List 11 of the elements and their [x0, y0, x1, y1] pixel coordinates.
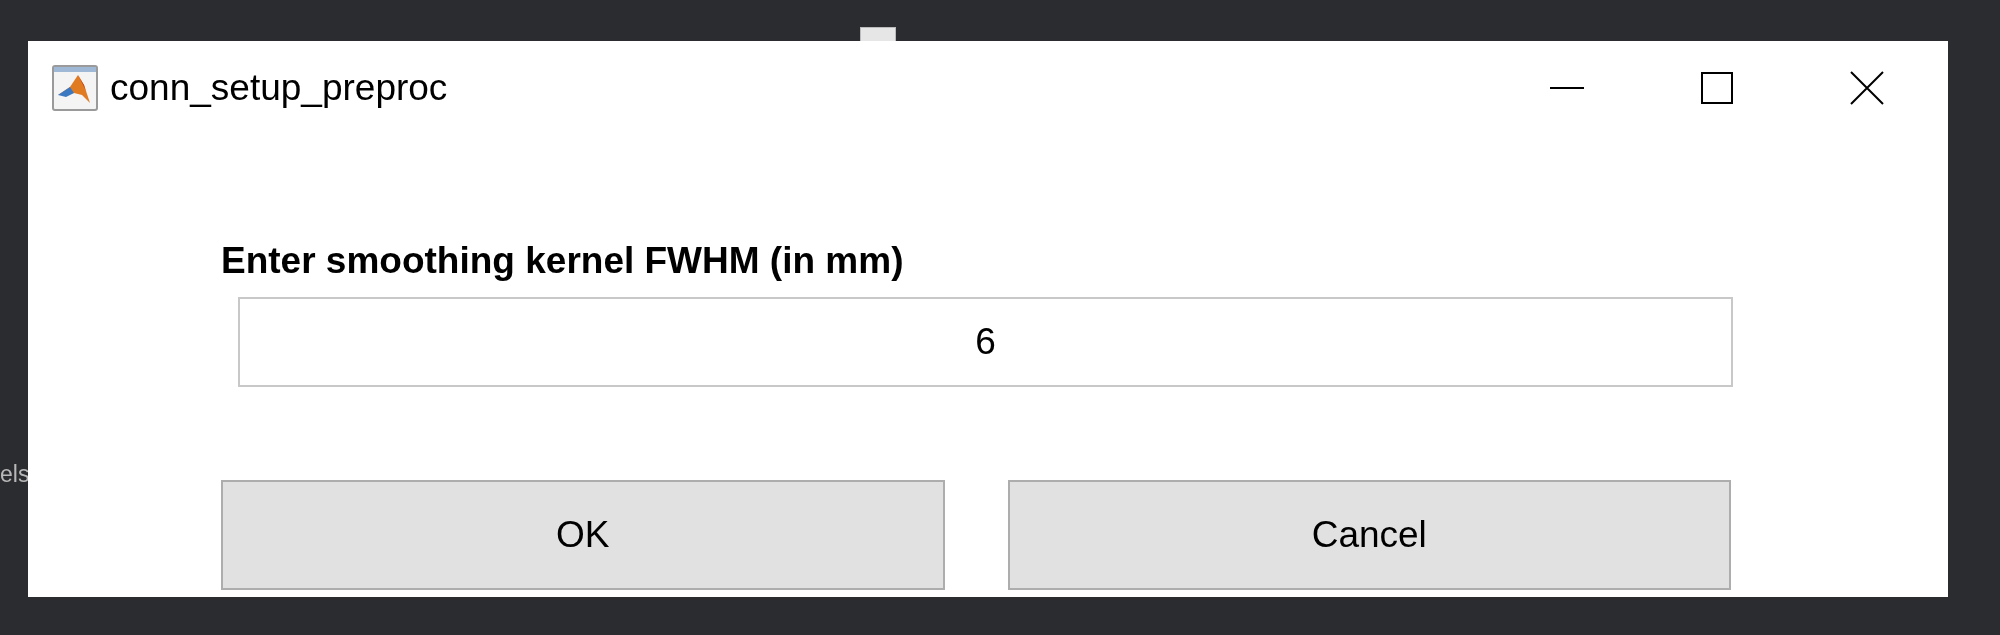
input-field[interactable]: 6	[238, 297, 1733, 387]
dialog-button[interactable]: Cancel	[1007, 480, 1731, 590]
app-icon	[52, 65, 98, 111]
window-title: conn_setup_preproc	[110, 66, 448, 111]
close-icon	[1850, 71, 1884, 105]
field-label: Enter smoothing kernel FWHM (in mm)	[221, 239, 905, 283]
maximize-icon	[1701, 72, 1733, 104]
checkbox[interactable]	[860, 27, 896, 41]
dialog-button[interactable]: OK	[221, 480, 945, 590]
minimize-icon	[1550, 87, 1584, 89]
background-label: els	[0, 460, 28, 489]
